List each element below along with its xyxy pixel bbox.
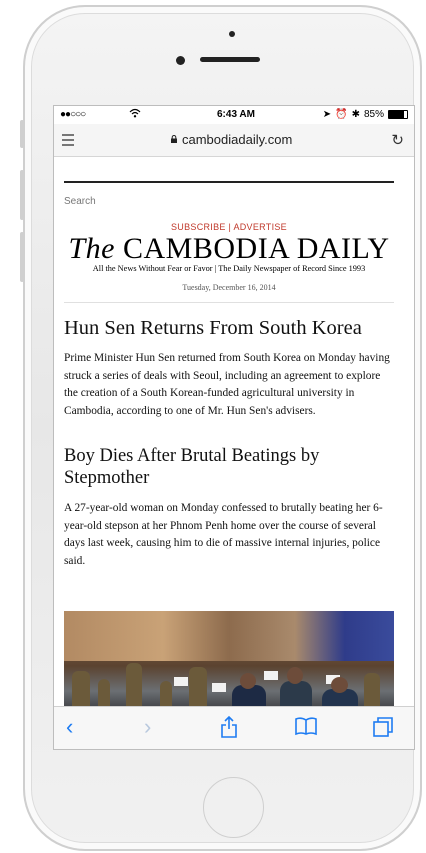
earpiece-speaker: [200, 57, 260, 62]
header-rule: [64, 181, 394, 183]
back-button[interactable]: ‹: [66, 716, 73, 738]
reload-icon[interactable]: ↻: [391, 131, 404, 149]
signal-strength: ●●○○○: [60, 109, 86, 120]
bluetooth-icon: ✱: [351, 109, 360, 120]
search-input[interactable]: Search: [64, 196, 96, 207]
lock-icon: [171, 135, 177, 143]
article-summary-2: A 27-year-old woman on Monday confessed …: [64, 502, 383, 567]
mute-switch: [20, 120, 24, 148]
safari-toolbar: ‹ ›: [54, 706, 414, 749]
status-bar: ●●○○○ 6:43 AM ➤ ⏰ ✱ 85%: [54, 106, 414, 124]
volume-down-button: [20, 232, 24, 282]
clock: 6:43 AM: [217, 109, 255, 120]
battery-icon: [388, 110, 408, 119]
wifi-icon: [129, 108, 141, 121]
alarm-icon: ⏰: [335, 109, 348, 120]
front-camera: [176, 56, 185, 65]
article-headline-1[interactable]: Hun Sen Returns From South Korea: [64, 316, 404, 340]
tagline: All the News Without Fear or Favor | The…: [92, 264, 366, 273]
volume-up-button: [20, 170, 24, 220]
tabs-icon[interactable]: [372, 716, 394, 742]
article-summary-1: Prime Minister Hun Sen returned from Sou…: [64, 352, 390, 417]
url-text[interactable]: cambodiadaily.com: [182, 132, 292, 147]
subscribe-advertise-links[interactable]: SUBSCRIBE | ADVERTISE: [64, 222, 394, 232]
proximity-sensor: [229, 31, 235, 37]
share-icon[interactable]: [220, 715, 238, 742]
screen: ●●○○○ 6:43 AM ➤ ⏰ ✱ 85% cambodiadaily.co…: [53, 105, 415, 750]
article-headline-2[interactable]: Boy Dies After Brutal Beatings by Stepmo…: [64, 445, 394, 489]
forward-button[interactable]: ›: [144, 716, 151, 738]
masthead-logo[interactable]: The CAMBODIA DAILY: [64, 234, 394, 264]
bookmarks-icon[interactable]: [294, 716, 318, 740]
address-bar[interactable]: cambodiadaily.com ↻: [54, 124, 414, 157]
article-photo[interactable]: [64, 611, 394, 711]
battery-percent: 85%: [363, 109, 384, 120]
divider: [64, 302, 394, 303]
location-icon: ➤: [322, 109, 332, 120]
reader-list-icon[interactable]: [62, 134, 74, 149]
home-button[interactable]: [203, 777, 264, 838]
issue-date: Tuesday, December 16, 2014: [182, 283, 276, 292]
